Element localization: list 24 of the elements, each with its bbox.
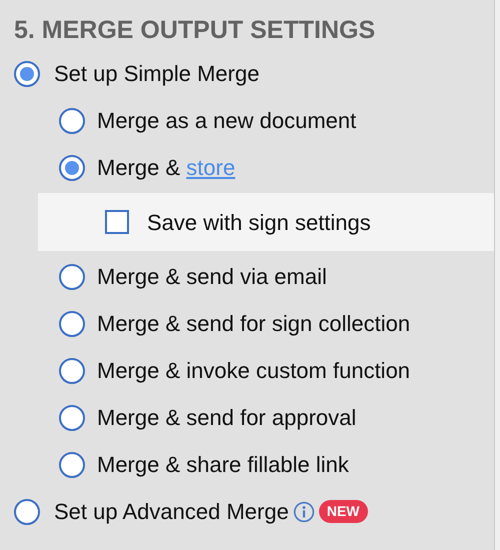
new-badge: NEW (318, 500, 368, 523)
radio-button[interactable] (59, 358, 85, 384)
info-icon[interactable] (292, 500, 315, 522)
checkbox[interactable] (105, 210, 129, 234)
merge-option-label: Merge & share fillable link (97, 451, 349, 479)
radio-button[interactable] (59, 452, 85, 478)
merge-option-label: Merge & send for approval (97, 404, 356, 432)
merge-option-label: Merge & invoke custom function (97, 357, 410, 385)
radio-button[interactable] (59, 404, 85, 430)
merge-type-label: Set up Advanced Merge (54, 498, 289, 526)
merge-type-label: Set up Simple Merge (54, 60, 260, 88)
store-link[interactable]: store (186, 155, 236, 180)
radio-button[interactable] (14, 60, 40, 86)
merge-option-label: Merge & send via email (97, 263, 327, 291)
section-heading: 5. MERGE OUTPUT SETTINGS (14, 15, 376, 46)
radio-button[interactable] (59, 310, 85, 336)
merge-option-label: Merge & store (97, 154, 236, 182)
merge-option-label: Merge & send for sign collection (97, 310, 410, 338)
merge-option-label: Merge as a new document (97, 107, 356, 135)
radio-button[interactable] (59, 108, 85, 134)
checkbox-label: Save with sign settings (147, 208, 371, 237)
radio-button[interactable] (59, 264, 85, 290)
radio-button[interactable] (59, 154, 85, 180)
radio-button[interactable] (14, 498, 40, 524)
